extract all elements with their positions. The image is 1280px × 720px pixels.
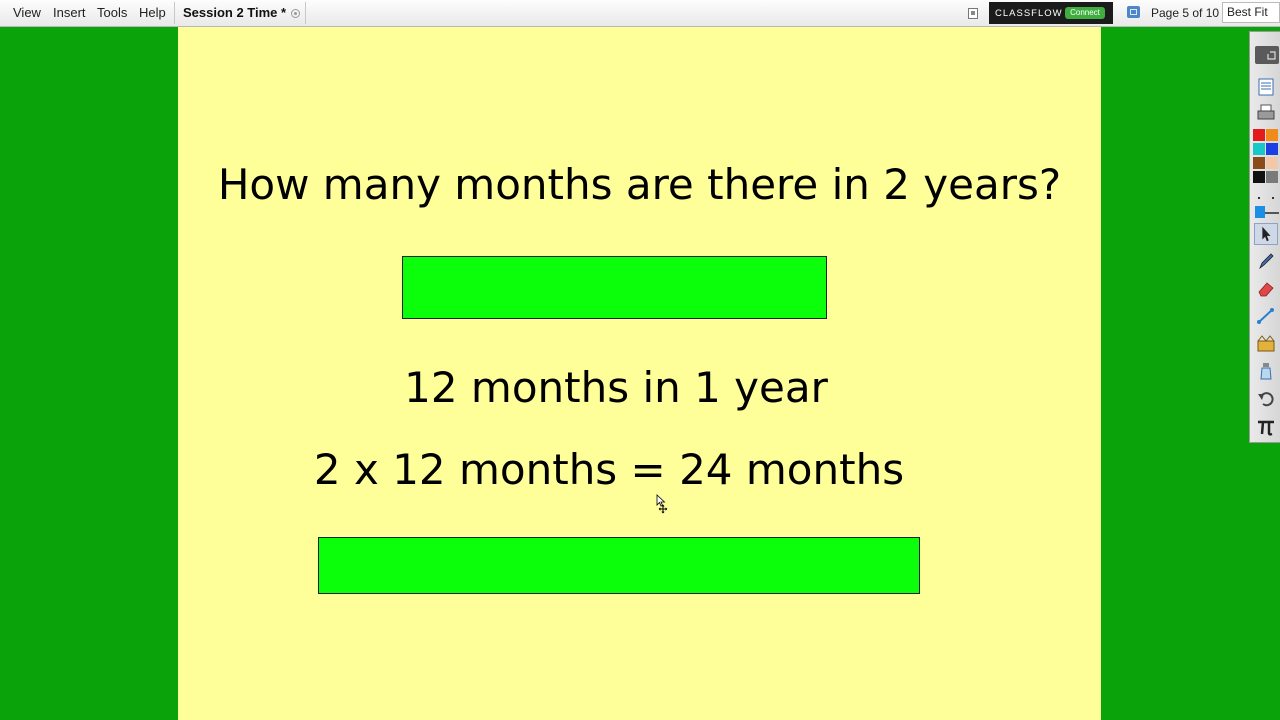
menu-help[interactable]: Help: [139, 5, 166, 20]
expand-icon[interactable]: [1255, 46, 1279, 64]
line-style-icon[interactable]: [1265, 212, 1279, 214]
zoom-select[interactable]: Best Fit: [1222, 2, 1280, 23]
undo-icon[interactable]: [1254, 388, 1278, 410]
answer-line-1: 12 months in 1 year: [404, 363, 828, 412]
eraser-icon[interactable]: [1254, 277, 1278, 299]
select-arrow-icon[interactable]: [1254, 223, 1278, 245]
menu-tools[interactable]: Tools: [97, 5, 127, 20]
classflow-banner[interactable]: CLASSFLOW Connect: [989, 2, 1113, 24]
connector-icon[interactable]: [1254, 305, 1278, 327]
color-red[interactable]: [1253, 129, 1265, 141]
color-gray[interactable]: [1266, 171, 1278, 183]
page-indicator: Page 5 of 10: [1151, 6, 1220, 20]
reveal-icon[interactable]: [1254, 360, 1278, 382]
flipchart-page: How many months are there in 2 years? 12…: [178, 27, 1101, 720]
document-tab[interactable]: Session 2 Time *: [174, 2, 306, 24]
tools-toolbar: [1249, 31, 1280, 443]
pen-icon[interactable]: [1254, 250, 1278, 272]
connect-button[interactable]: Connect: [1065, 7, 1105, 19]
mouse-cursor-icon: [656, 494, 668, 514]
color-black[interactable]: [1253, 171, 1265, 183]
color-blue[interactable]: [1266, 143, 1278, 155]
menu-insert[interactable]: Insert: [53, 5, 86, 20]
document-tab-title: Session 2 Time *: [183, 5, 287, 20]
color-peach[interactable]: [1266, 157, 1278, 169]
classflow-label: CLASSFLOW: [995, 8, 1063, 19]
reveal-cover-top[interactable]: [402, 256, 827, 319]
menu-bar: View Insert Tools Help Session 2 Time * …: [0, 0, 1280, 27]
page-icon[interactable]: [1127, 6, 1140, 18]
page-browser-icon[interactable]: [1254, 76, 1278, 98]
pen-width-dots[interactable]: [1258, 196, 1276, 200]
reveal-cover-bottom[interactable]: [318, 537, 920, 594]
print-icon[interactable]: [1254, 102, 1278, 124]
answer-line-2: 2 x 12 months = 24 months: [313, 445, 905, 494]
magic-ink-icon[interactable]: [1254, 332, 1278, 354]
color-orange[interactable]: [1266, 129, 1278, 141]
question-text: How many months are there in 2 years?: [217, 160, 1062, 209]
window-icon[interactable]: [968, 8, 978, 19]
pen-width-icon[interactable]: [1255, 206, 1265, 218]
color-brown[interactable]: [1253, 157, 1265, 169]
color-cyan[interactable]: [1253, 143, 1265, 155]
math-pi-icon[interactable]: [1254, 416, 1278, 438]
menu-view[interactable]: View: [13, 5, 41, 20]
close-tab-icon[interactable]: [291, 9, 300, 18]
